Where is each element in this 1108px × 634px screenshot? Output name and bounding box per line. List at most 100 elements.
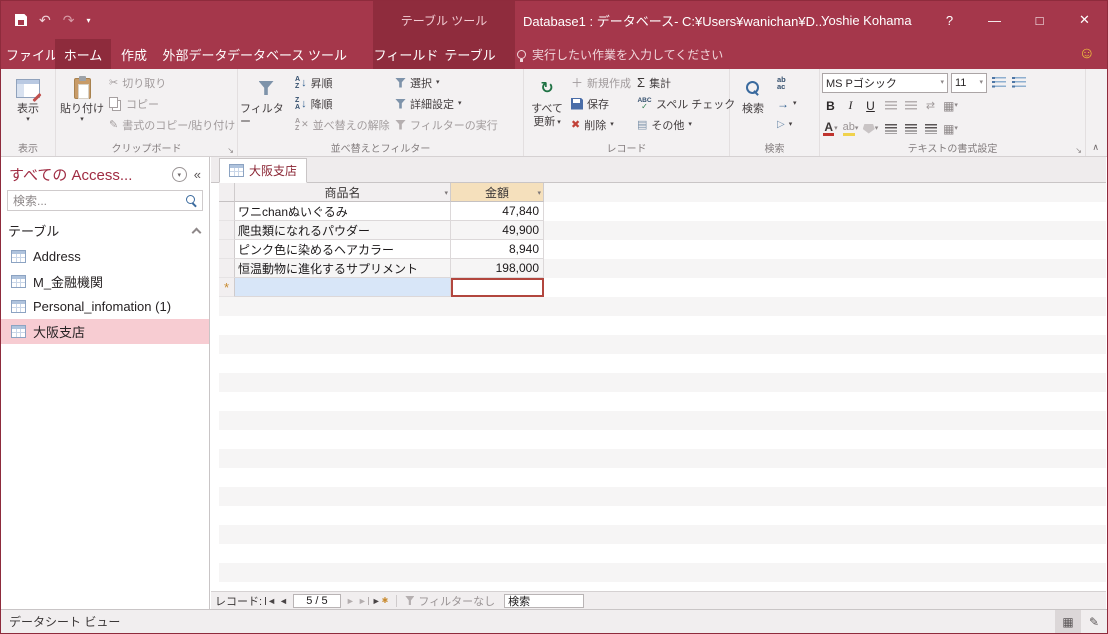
- view-button[interactable]: 表示 ▾: [3, 70, 53, 142]
- tab-create[interactable]: 作成: [111, 39, 157, 69]
- cell-amount[interactable]: 198,000: [451, 259, 544, 278]
- background-color-button[interactable]: ▾: [862, 119, 879, 138]
- filter-button[interactable]: フィルター: [240, 70, 292, 142]
- selection-button[interactable]: 選択 ▾: [392, 72, 501, 93]
- new-record-button[interactable]: ＋ 新規作成: [568, 72, 634, 93]
- gridlines-button[interactable]: ▦ ▾: [942, 119, 959, 138]
- sort-ascending-button[interactable]: AZ ↓ 昇順: [292, 72, 392, 93]
- tell-me-box[interactable]: 実行したい作業を入力してください: [517, 39, 723, 69]
- nav-item-m-kinyukikan[interactable]: M_金融機関: [1, 269, 209, 294]
- record-selector[interactable]: [219, 259, 235, 278]
- copy-button[interactable]: コピー: [106, 93, 238, 114]
- redo-icon[interactable]: ↷: [63, 12, 75, 29]
- cell-name[interactable]: 恒温動物に進化するサプリメント: [235, 259, 451, 278]
- document-tab-osaka-shiten[interactable]: 大阪支店: [219, 158, 308, 183]
- collapse-ribbon-icon[interactable]: ∧: [1092, 142, 1099, 153]
- tab-database-tools[interactable]: データベース ツール: [227, 39, 347, 69]
- tab-file[interactable]: ファイル: [6, 39, 58, 69]
- record-selector[interactable]: [219, 240, 235, 259]
- cell-name[interactable]: 爬虫類になれるパウダー: [235, 221, 451, 240]
- new-record-cell-name[interactable]: [235, 278, 451, 297]
- current-record-box[interactable]: 5 / 5: [292, 593, 341, 608]
- column-header-name[interactable]: 商品名 ▾: [235, 183, 451, 202]
- align-left-button[interactable]: [882, 119, 899, 138]
- cell-name[interactable]: ワニchanぬいぐるみ: [235, 202, 451, 221]
- sort-descending-button[interactable]: ZA ↓ 降順: [292, 93, 392, 114]
- tab-fields[interactable]: フィールド: [373, 39, 439, 69]
- font-size-combobox[interactable]: 11 ▾: [951, 72, 987, 93]
- undo-icon[interactable]: ↶: [39, 12, 51, 29]
- clear-sort-button[interactable]: AZ ✕ 並べ替えの解除: [292, 114, 392, 135]
- cell-amount[interactable]: 49,900: [451, 221, 544, 240]
- tab-table[interactable]: テーブル: [439, 39, 501, 69]
- nav-item-address[interactable]: Address: [1, 244, 209, 269]
- toggle-filter-button[interactable]: フィルターの実行: [392, 114, 501, 135]
- nav-item-osaka-shiten[interactable]: 大阪支店: [1, 319, 209, 344]
- shutter-bar-close-icon[interactable]: «: [192, 167, 203, 182]
- new-record-selector[interactable]: *: [219, 278, 235, 297]
- select-button[interactable]: ▷ ▾: [774, 114, 800, 135]
- account-user-name[interactable]: Yoshie Kohama: [821, 1, 912, 39]
- help-button[interactable]: ?: [927, 1, 972, 39]
- column-header-amount[interactable]: 金額 ▾: [451, 183, 544, 202]
- find-button[interactable]: 検索: [732, 70, 774, 142]
- underline-button[interactable]: U: [862, 96, 879, 115]
- previous-record-button[interactable]: ◄: [279, 596, 288, 606]
- filter-status[interactable]: フィルターなし: [405, 593, 495, 609]
- format-painter-button[interactable]: ✎ 書式のコピー/貼り付け: [106, 114, 238, 135]
- datasheet-view-button[interactable]: ▦: [1055, 610, 1081, 633]
- customize-qat-icon[interactable]: ▾: [86, 16, 90, 25]
- font-name-combobox[interactable]: MS Pゴシック ▾: [822, 72, 948, 93]
- feedback-smiley-icon[interactable]: ☺: [1079, 39, 1095, 69]
- delete-record-button[interactable]: ✖ 削除 ▾: [568, 114, 634, 135]
- goto-button[interactable]: → ▾: [774, 93, 800, 114]
- text-direction-button[interactable]: ⇄: [922, 96, 939, 115]
- align-right-button[interactable]: [922, 119, 939, 138]
- replace-button[interactable]: ab ac: [774, 72, 800, 93]
- cut-button[interactable]: ✂ 切り取り: [106, 72, 238, 93]
- record-search-box[interactable]: 検索: [504, 593, 585, 608]
- more-button[interactable]: ▤ その他 ▾: [634, 114, 738, 135]
- numbering-button[interactable]: [1010, 73, 1027, 92]
- maximize-button[interactable]: □: [1017, 1, 1062, 39]
- column-dropdown-icon[interactable]: ▾: [444, 189, 448, 197]
- spelling-button[interactable]: ABC ✓ スペル チェック: [634, 93, 738, 114]
- column-dropdown-icon[interactable]: ▾: [537, 189, 541, 197]
- highlight-color-button[interactable]: ab ▾: [842, 119, 859, 138]
- nav-item-personal-infomation[interactable]: Personal_infomation (1): [1, 294, 209, 319]
- totals-button[interactable]: Σ 集計: [634, 72, 738, 93]
- next-record-button[interactable]: ►: [346, 596, 355, 606]
- italic-button[interactable]: I: [842, 96, 859, 115]
- advanced-filter-button[interactable]: 詳細設定 ▾: [392, 93, 501, 114]
- refresh-all-button[interactable]: ↻ すべて 更新 ▾: [526, 70, 568, 142]
- close-button[interactable]: ✕: [1062, 1, 1107, 39]
- tab-home[interactable]: ホーム: [55, 39, 111, 69]
- cell-amount[interactable]: 8,940: [451, 240, 544, 259]
- bold-button[interactable]: B: [822, 96, 839, 115]
- last-record-button[interactable]: ►: [358, 596, 369, 606]
- record-selector[interactable]: [219, 221, 235, 240]
- decrease-indent-button[interactable]: [882, 96, 899, 115]
- font-color-button[interactable]: A ▾: [822, 119, 839, 138]
- record-selector[interactable]: [219, 202, 235, 221]
- navigation-group-tables[interactable]: テーブル: [1, 217, 209, 244]
- increase-indent-button[interactable]: [902, 96, 919, 115]
- bullets-button[interactable]: [990, 73, 1007, 92]
- cell-name[interactable]: ピンク色に染めるヘアカラー: [235, 240, 451, 259]
- paste-button[interactable]: 貼り付け ▾: [58, 70, 106, 142]
- navigation-pane-title[interactable]: すべての Access...: [9, 164, 167, 185]
- save-record-button[interactable]: 保存: [568, 93, 634, 114]
- align-center-button[interactable]: [902, 119, 919, 138]
- design-view-button[interactable]: ✎: [1081, 610, 1107, 633]
- navigation-pane-menu-icon[interactable]: ▾: [171, 167, 187, 182]
- cell-amount[interactable]: 47,840: [451, 202, 544, 221]
- first-record-button[interactable]: ◄: [265, 596, 276, 606]
- datasheet-format-dropdown[interactable]: ▦ ▾: [942, 96, 959, 115]
- text-formatting-dialog-launcher-icon[interactable]: ↘: [1075, 146, 1082, 155]
- minimize-button[interactable]: —: [972, 1, 1017, 39]
- save-icon[interactable]: [15, 14, 27, 26]
- clipboard-dialog-launcher-icon[interactable]: ↘: [227, 146, 234, 155]
- navigation-search-box[interactable]: 検索...: [7, 190, 203, 211]
- tab-external-data[interactable]: 外部データ: [157, 39, 233, 69]
- new-blank-record-button[interactable]: ► ✱: [372, 596, 389, 606]
